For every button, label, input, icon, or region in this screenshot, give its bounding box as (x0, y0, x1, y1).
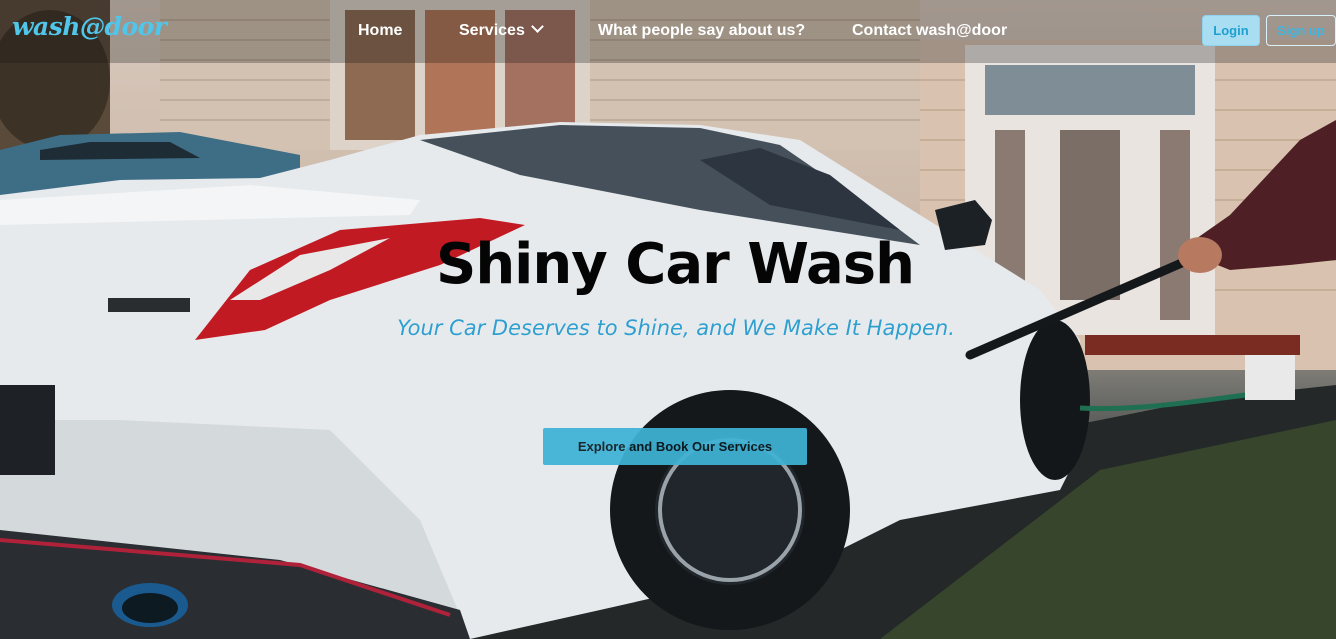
nav-services-dropdown[interactable]: Services (459, 20, 544, 40)
explore-book-services-button[interactable]: Explore and Book Our Services (543, 428, 807, 465)
nav-testimonials-label: What people say about us? (598, 22, 806, 39)
nav-testimonials-link[interactable]: What people say about us? (598, 22, 805, 40)
nav-home-link[interactable]: Home (358, 22, 402, 40)
navbar: wash@door Home Services What people say … (0, 0, 1336, 63)
hero-subtitle: Your Car Deserves to Shine, and We Make … (397, 316, 955, 340)
nav-home-label: Home (358, 22, 403, 39)
brand-logo[interactable]: wash@door (12, 12, 167, 41)
chevron-down-icon (530, 20, 544, 33)
nav-services-label: Services (459, 22, 525, 39)
nav-contact-label: Contact wash@door (852, 22, 1008, 39)
hero-title: Shiny Car Wash (435, 232, 915, 297)
nav-contact-link[interactable]: Contact wash@door (852, 22, 1007, 40)
login-button[interactable]: Login (1202, 15, 1260, 46)
signup-button[interactable]: Sign up (1266, 15, 1336, 46)
